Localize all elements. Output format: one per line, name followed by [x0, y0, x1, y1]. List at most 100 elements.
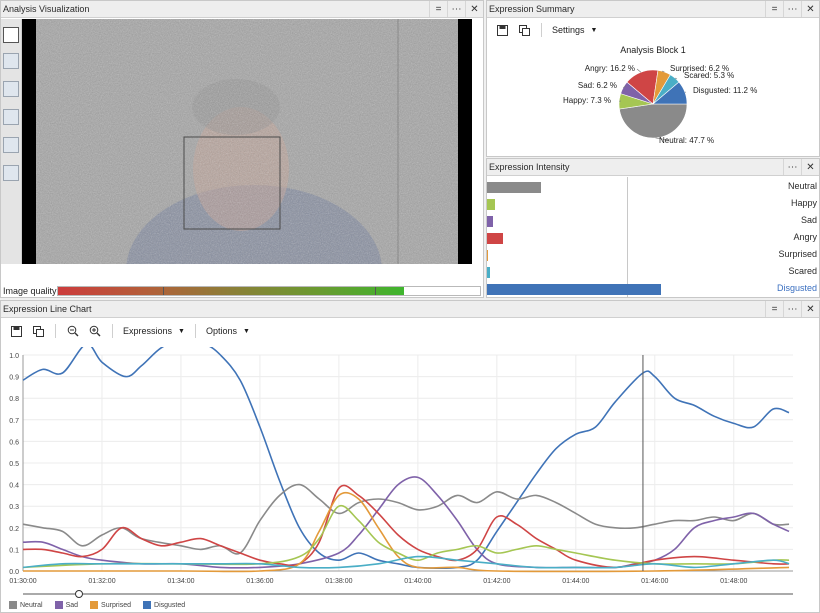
y-tick-label: 0.0: [9, 569, 19, 576]
options-dropdown[interactable]: Options ▼: [202, 326, 254, 336]
mesh-icon[interactable]: [3, 137, 19, 153]
intensity-row-scared[interactable]: Scared: [487, 263, 819, 280]
chevron-down-icon: ▼: [590, 26, 598, 34]
settings-dropdown[interactable]: Settings ▼: [548, 25, 601, 35]
image-quality-fill: [58, 286, 405, 295]
x-tick-label: 01:48:00: [720, 578, 747, 585]
y-tick-label: 0.5: [9, 461, 19, 468]
pin-icon[interactable]: =: [765, 301, 783, 317]
x-tick-label: 01:42:00: [483, 578, 510, 585]
legend-swatch: [143, 601, 152, 609]
pin-icon[interactable]: =: [765, 1, 783, 17]
intensity-label-sad: Sad: [800, 215, 817, 225]
series-line-neutral: [22, 483, 790, 555]
landmark-icon[interactable]: [3, 109, 19, 125]
analysis-visualization-panel: Analysis Visualization = ⋯ ✕ Image quali…: [0, 0, 484, 298]
save-icon[interactable]: [491, 20, 513, 40]
close-icon[interactable]: ✕: [801, 301, 819, 317]
intensity-label-angry: Angry: [793, 232, 817, 242]
intensity-bar-angry: [487, 233, 503, 244]
series-line-surprised: [23, 491, 790, 573]
zoom-in-icon[interactable]: [84, 321, 106, 341]
pie-leader-angry: [636, 68, 642, 73]
analysis-titlebar: Analysis Visualization = ⋯ ✕: [1, 1, 483, 18]
image-quality-bar: [57, 285, 481, 296]
quality-tick: [375, 286, 376, 295]
options-label: Options: [205, 326, 237, 336]
settings-label: Settings: [552, 25, 585, 35]
zoom-out-icon[interactable]: [62, 321, 84, 341]
pie-label-neutral: Neutral: 47.7 %: [659, 136, 714, 145]
expression-line-chart-panel: Expression Line Chart = ⋯ ✕ Expressions …: [0, 300, 820, 613]
points-icon[interactable]: [3, 165, 19, 181]
more-icon[interactable]: ⋯: [447, 1, 465, 17]
summary-title: Expression Summary: [489, 4, 575, 14]
face-grid-icon[interactable]: [3, 53, 19, 69]
legend-swatch: [54, 601, 63, 609]
series-line-angry: [22, 484, 790, 569]
pie-label-angry: Angry: 16.2 %: [585, 64, 635, 73]
expressions-dropdown[interactable]: Expressions ▼: [119, 326, 189, 336]
intensity-bar-disgusted: [487, 284, 661, 295]
intensity-bar-happy: [487, 199, 495, 210]
intensity-label-scared: Scared: [788, 266, 817, 276]
expression-intensity-panel: Expression Intensity ⋯ ✕ Neutral Happy Sad…: [486, 158, 820, 298]
legend-item-sad[interactable]: Sad: [54, 601, 79, 609]
x-tick-label: 01:32:00: [88, 578, 115, 585]
toolbar-separator: [55, 324, 56, 338]
mask-icon[interactable]: [3, 81, 19, 97]
y-tick-label: 0.8: [9, 396, 19, 403]
copy-icon[interactable]: [27, 321, 49, 341]
toolbar-separator: [541, 23, 542, 37]
legend-label: Sad: [65, 601, 79, 609]
legend-item-neutral[interactable]: Neutral: [9, 601, 43, 609]
timeline-scrubber-handle[interactable]: [75, 590, 83, 598]
expression-line-chart: 0.0 0.1 0.2 0.3 0.4 0.5 0.6 0.7 0.8 0.9 1.0 01:30:0…: [9, 347, 793, 598]
y-tick-label: 0.2: [9, 526, 19, 533]
copy-icon[interactable]: [513, 20, 535, 40]
x-tick-label: 01:30:00: [9, 578, 36, 585]
intensity-row-disgusted[interactable]: Disgusted: [487, 280, 819, 297]
frame-icon[interactable]: [3, 27, 19, 43]
close-icon[interactable]: ✕: [465, 1, 483, 17]
x-tick-label: 01:36:00: [246, 578, 273, 585]
pie-label-sad: Sad: 6.2 %: [578, 81, 617, 90]
legend-swatch: [9, 601, 17, 609]
chevron-down-icon: ▼: [243, 327, 250, 335]
series-line-disgusted: [22, 347, 790, 569]
intensity-row-neutral[interactable]: Neutral: [487, 178, 819, 195]
pin-icon[interactable]: =: [429, 1, 447, 17]
close-icon[interactable]: ✕: [801, 159, 819, 175]
analysis-title: Analysis Visualization: [3, 4, 90, 14]
linechart-titlebar: Expression Line Chart = ⋯ ✕: [1, 301, 819, 318]
x-tick-label: 01:46:00: [641, 578, 668, 585]
line-chart-legend: Neutral Sad Surprised Disgusted: [9, 601, 185, 609]
intensity-row-sad[interactable]: Sad: [487, 212, 819, 229]
y-tick-label: 0.4: [9, 483, 19, 490]
more-icon[interactable]: ⋯: [783, 159, 801, 175]
intensity-label-disgusted: Disgusted: [776, 283, 817, 293]
intensity-row-surprised[interactable]: Surprised: [487, 246, 819, 263]
close-icon[interactable]: ✕: [801, 1, 819, 17]
intensity-bar-scared: [487, 267, 490, 278]
intensity-bar-neutral: [487, 182, 541, 193]
image-quality-row: Image quality: [1, 283, 483, 297]
chevron-down-icon: ▼: [178, 327, 185, 335]
y-tick-label: 0.9: [9, 375, 19, 382]
intensity-row-happy[interactable]: Happy: [487, 195, 819, 212]
more-icon[interactable]: ⋯: [783, 1, 801, 17]
legend-label: Disgusted: [154, 601, 186, 609]
legend-swatch: [90, 601, 99, 609]
intensity-row-angry[interactable]: Angry: [487, 229, 819, 246]
expressions-label: Expressions: [123, 326, 173, 336]
pie-label-happy: Happy: 7.3 %: [563, 96, 611, 105]
summary-titlebar: Expression Summary = ⋯ ✕: [487, 1, 819, 18]
pie-slice-neutral: [619, 103, 688, 139]
legend-item-surprised[interactable]: Surprised: [90, 601, 131, 609]
intensity-label-surprised: Surprised: [778, 249, 817, 259]
pie-label-scared: Scared: 5.3 %: [684, 71, 734, 80]
intensity-title: Expression Intensity: [489, 162, 570, 172]
more-icon[interactable]: ⋯: [783, 301, 801, 317]
legend-item-disgusted[interactable]: Disgusted: [143, 601, 185, 609]
save-icon[interactable]: [5, 321, 27, 341]
